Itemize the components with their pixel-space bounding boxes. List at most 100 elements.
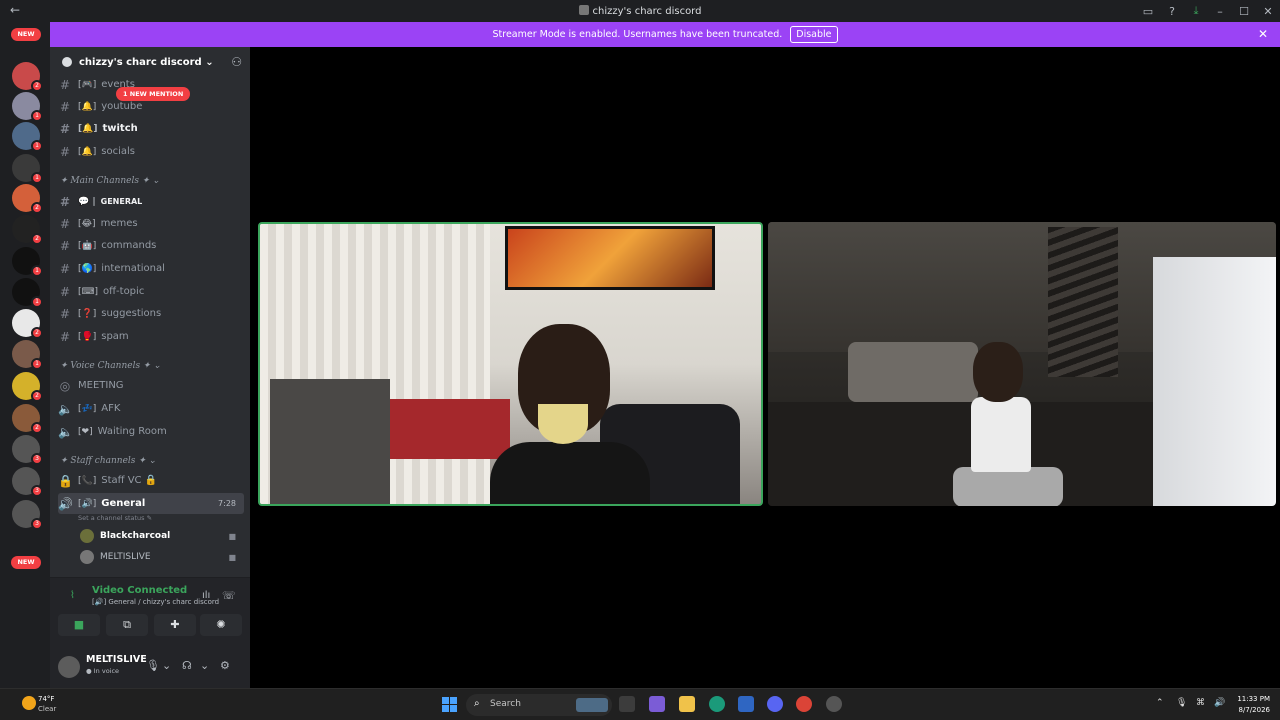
channel-off-topic[interactable]: # [⌨] off-topic <box>58 281 244 302</box>
channel-status-prompt[interactable]: Set a channel status ✎ <box>78 514 152 522</box>
store-icon[interactable] <box>738 696 754 712</box>
discord-icon[interactable] <box>767 696 783 712</box>
channel-spam[interactable]: # [🥊] spam <box>58 326 244 347</box>
server-icon[interactable]: 2 <box>12 62 43 92</box>
help-icon[interactable]: ? <box>1160 5 1184 18</box>
close-banner-icon[interactable]: ✕ <box>1258 27 1268 41</box>
screen-share-button[interactable]: ⧉ <box>106 614 148 636</box>
new-unreads-pill[interactable]: NEW <box>11 556 41 569</box>
hash-icon: # <box>59 284 71 299</box>
signal-icon[interactable]: ⌇ <box>70 590 75 601</box>
server-icon[interactable]: 3 <box>12 500 43 530</box>
video-tile[interactable] <box>768 222 1276 506</box>
hash-icon: # <box>59 77 71 92</box>
taskbar-search[interactable]: ⌕ Search <box>466 694 612 716</box>
category-main-channels[interactable]: ✦ Main Channels ✦ ⌄ <box>60 176 160 186</box>
minimize-icon[interactable]: – <box>1208 5 1232 18</box>
call-duration: 7:28 <box>218 499 236 508</box>
disable-button[interactable]: Disable <box>790 26 838 43</box>
channel-general[interactable]: # 💬 | GENERAL <box>58 191 244 212</box>
category-voice-channels[interactable]: ✦ Voice Channels ✦ ⌄ <box>60 361 161 371</box>
voice-channel-staff-vc[interactable]: 🔒 [📞] Staff VC 🔒 <box>58 470 244 491</box>
chevron-down-icon[interactable]: ⌄ <box>162 659 171 672</box>
chevron-up-icon[interactable]: ⌃ <box>1156 698 1164 708</box>
voice-channel-afk[interactable]: 🔈 [💤] AFK <box>58 398 244 419</box>
disconnect-icon[interactable]: ☏ <box>222 589 236 602</box>
mention-badge: 1 <box>31 140 43 152</box>
download-icon[interactable]: ⤓ <box>1184 4 1208 18</box>
weather-temperature[interactable]: 74°F <box>38 695 54 703</box>
new-unreads-pill[interactable]: NEW <box>11 28 41 41</box>
search-placeholder: Search <box>490 699 521 709</box>
start-button[interactable] <box>442 697 458 713</box>
voice-channel-waiting-room[interactable]: 🔈 [❤] Waiting Room <box>58 421 244 442</box>
edge-icon[interactable] <box>709 696 725 712</box>
mention-badge: 1 <box>31 110 43 122</box>
camera-toggle-button[interactable]: ■ <box>58 614 100 636</box>
noise-suppression-icon[interactable]: ılı <box>202 590 210 601</box>
server-icon[interactable]: 1 <box>12 92 43 122</box>
mention-badge: 1 <box>31 358 43 370</box>
voice-connection-panel: ⌇ Video Connected [🔊] General / chizzy's… <box>50 577 250 649</box>
avatar[interactable] <box>58 656 80 678</box>
video-frame <box>1153 257 1276 506</box>
server-icon[interactable]: 2 <box>12 372 43 402</box>
server-icon[interactable]: 2 <box>12 404 43 434</box>
hash-icon: # <box>59 194 71 209</box>
chevron-down-icon[interactable]: ⌄ <box>200 659 209 672</box>
server-icon[interactable]: 2 <box>12 215 43 245</box>
server-icon[interactable]: 1 <box>12 122 43 152</box>
channel-emoji: [❓] <box>78 308 97 319</box>
video-frame <box>505 226 715 290</box>
channel-youtube[interactable]: # [🔔] youtube <box>58 96 244 117</box>
server-icon[interactable]: 3 <box>12 467 43 497</box>
app-icon[interactable] <box>826 696 842 712</box>
server-icon[interactable]: 1 <box>12 340 43 370</box>
microphone-icon[interactable]: 🎙 <box>146 659 160 672</box>
voice-user[interactable]: Blackcharcoal ■ <box>80 526 240 546</box>
invite-people-icon[interactable]: ⚇ <box>231 55 242 69</box>
username[interactable]: MELTISLIVE <box>86 654 147 665</box>
microphone-icon[interactable]: 🎙 <box>1176 698 1187 708</box>
video-tile-speaking[interactable] <box>258 222 763 506</box>
settings-gear-icon[interactable]: ⚙ <box>220 659 230 672</box>
channel-suggestions[interactable]: # [❓] suggestions <box>58 303 244 324</box>
speaker-icon: 🔈 <box>58 424 73 439</box>
server-icon[interactable]: 1 <box>12 154 43 184</box>
channel-commands[interactable]: # [🤖] commands <box>58 235 244 256</box>
close-icon[interactable]: ✕ <box>1256 5 1280 18</box>
voice-channel-meeting[interactable]: ◎ MEETING <box>58 375 244 396</box>
activities-button[interactable]: ✚ <box>154 614 196 636</box>
server-icon[interactable]: 2 <box>12 184 43 214</box>
file-explorer-icon[interactable] <box>679 696 695 712</box>
task-view-icon[interactable] <box>619 696 635 712</box>
connection-location[interactable]: [🔊] General / chizzy's charc discord <box>92 598 219 606</box>
inbox-icon[interactable]: ▭ <box>1136 5 1160 18</box>
server-icon[interactable]: 2 <box>12 309 43 339</box>
server-name: chizzy's charc discord ⌄ <box>79 57 214 68</box>
volume-icon[interactable]: 🔊 <box>1214 698 1225 708</box>
evo-server-icon[interactable]: 1 <box>12 247 43 277</box>
hash-icon: # <box>59 144 71 159</box>
channel-twitch[interactable]: # [🔔] twitch <box>58 118 244 139</box>
weather-icon[interactable] <box>22 696 36 710</box>
voice-user[interactable]: MELTISLIVE ■ <box>80 547 240 567</box>
channel-international[interactable]: # [🌎] international <box>58 258 244 279</box>
category-staff-channels[interactable]: ✦ Staff channels ✦ ⌄ <box>60 456 156 466</box>
mention-badge: 1 <box>31 172 43 184</box>
evo-server-icon[interactable]: 1 <box>12 278 43 308</box>
search-highlight-image <box>576 698 608 712</box>
voice-channel-general[interactable]: 🔊 [🔊] General 7:28 <box>58 493 244 514</box>
channel-socials[interactable]: # [🔔] socials <box>58 141 244 162</box>
system-clock[interactable]: 11:33 PM 8/7/2026 <box>1237 694 1270 716</box>
channel-memes[interactable]: # [😂] memes <box>58 213 244 234</box>
server-icon[interactable]: 3 <box>12 435 43 465</box>
hash-icon: # <box>59 216 71 231</box>
headphones-icon[interactable]: ☊ <box>182 659 192 672</box>
copilot-icon[interactable] <box>649 696 665 712</box>
network-icon[interactable]: ⌘ <box>1196 698 1205 708</box>
soundboard-button[interactable]: ✺ <box>200 614 242 636</box>
maximize-icon[interactable]: ☐ <box>1232 5 1256 18</box>
channel-emoji: [🔔] <box>78 101 97 112</box>
chrome-icon[interactable] <box>796 696 812 712</box>
